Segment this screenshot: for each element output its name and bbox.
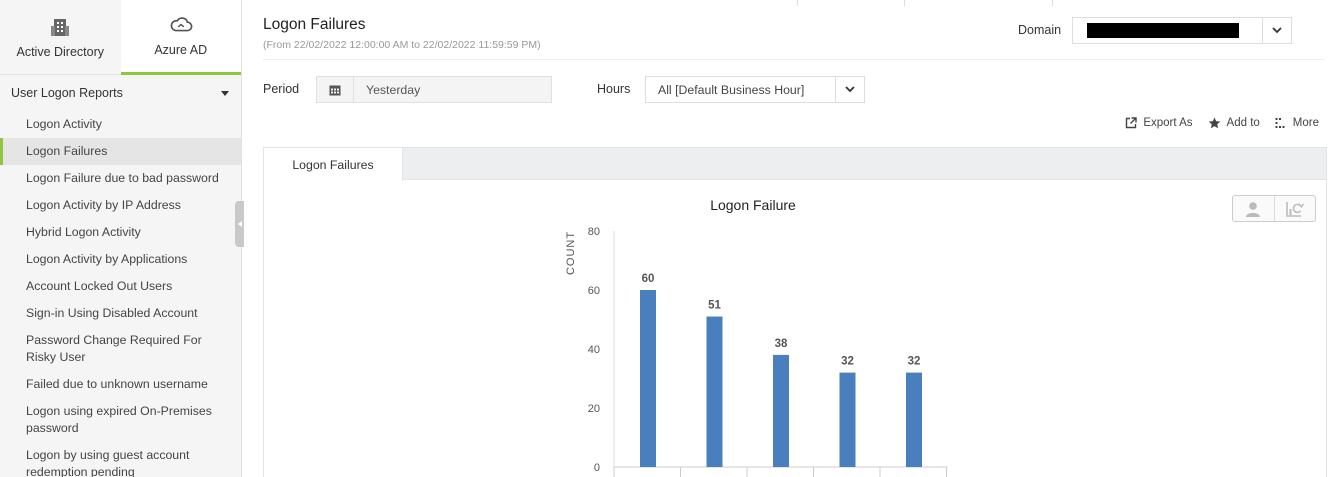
- sidebar-item-guest-account[interactable]: Logon by using guest account redemption …: [0, 442, 241, 477]
- y-tick-label: 0: [594, 462, 600, 474]
- x-axis: [613, 466, 948, 477]
- sidebar-item-unknown-username[interactable]: Failed due to unknown username: [0, 371, 241, 398]
- report-actions: Export As Add to More: [1125, 117, 1319, 129]
- bar[interactable]: [640, 290, 656, 467]
- export-as-button[interactable]: Export As: [1125, 117, 1193, 129]
- bars: 60 51 38 32 32: [640, 273, 922, 467]
- bar[interactable]: [773, 354, 789, 467]
- chevron-left-icon: [237, 221, 242, 227]
- hours-value: All [Default Business Hour]: [658, 82, 805, 97]
- sidebar-item-by-applications[interactable]: Logon Activity by Applications: [0, 246, 241, 273]
- chart-title: Logon Failure: [710, 197, 796, 213]
- add-to-label: Add to: [1226, 117, 1260, 129]
- sidebar-item-logon-activity[interactable]: Logon Activity: [0, 111, 241, 138]
- section-title: User Logon Reports: [11, 86, 123, 100]
- sidebar-item-risky-user[interactable]: Password Change Required For Risky User: [0, 327, 241, 371]
- bar-value-label: 60: [642, 273, 655, 285]
- bar[interactable]: [706, 316, 723, 467]
- page-title: Logon Failures: [263, 16, 366, 33]
- more-button[interactable]: More: [1275, 117, 1319, 129]
- sidebar-item-locked-out[interactable]: Account Locked Out Users: [0, 273, 241, 300]
- tab-azure-ad-label: Azure AD: [154, 43, 208, 57]
- logon-failure-chart: Logon Failure COUNT 0 20 40 60 80 60 51 38 32 32: [565, 197, 948, 477]
- add-to-button[interactable]: Add to: [1208, 117, 1260, 129]
- calendar-icon[interactable]: [317, 77, 354, 102]
- domain-select[interactable]: [1072, 17, 1292, 44]
- tab-active-directory-label: Active Directory: [16, 44, 105, 59]
- y-tick-label: 20: [588, 403, 600, 415]
- y-tick-label: 80: [588, 226, 600, 238]
- report-tabs: Logon Failures: [263, 147, 1327, 181]
- bar-value-label: 38: [775, 338, 788, 350]
- y-axis-label: COUNT: [565, 231, 577, 275]
- sidebar: Active Directory Azure AD User Logon Rep…: [0, 0, 242, 477]
- export-as-label: Export As: [1143, 117, 1193, 129]
- sidebar-item-logon-failures[interactable]: Logon Failures: [0, 138, 241, 165]
- section-user-logon-reports[interactable]: User Logon Reports: [0, 75, 241, 111]
- hours-select[interactable]: All [Default Business Hour]: [645, 76, 865, 103]
- bar-value-label: 32: [841, 356, 854, 368]
- sidebar-item-disabled-account[interactable]: Sign-in Using Disabled Account: [0, 300, 241, 327]
- domain-value-redacted: [1087, 23, 1239, 38]
- y-tick-label: 40: [588, 344, 600, 356]
- more-label: More: [1292, 117, 1319, 129]
- sidebar-tabs: Active Directory Azure AD: [0, 0, 241, 75]
- bar[interactable]: [839, 372, 856, 467]
- chevron-down-icon: [835, 77, 864, 102]
- tab-logon-failures[interactable]: Logon Failures: [263, 147, 403, 181]
- tab-active-directory[interactable]: Active Directory: [0, 0, 121, 75]
- date-range: (From 22/02/2022 12:00:00 AM to 22/02/20…: [263, 39, 541, 51]
- y-axis: 0 20 40 60 80: [588, 226, 615, 474]
- period-picker[interactable]: Yesterday: [316, 76, 552, 103]
- domain-label: Domain: [1018, 23, 1062, 37]
- cloud-icon: [169, 15, 193, 35]
- star-icon: [1208, 117, 1220, 129]
- building-icon: [48, 17, 72, 37]
- hours-label: Hours: [597, 82, 631, 96]
- y-tick-label: 60: [588, 285, 600, 297]
- divider: [263, 59, 1325, 60]
- bar-value-label: 32: [908, 356, 921, 368]
- sidebar-item-hybrid[interactable]: Hybrid Logon Activity: [0, 219, 241, 246]
- period-value: Yesterday: [366, 82, 421, 97]
- period-label: Period: [263, 82, 300, 96]
- export-icon: [1126, 117, 1138, 129]
- report-list: Logon Activity Logon Failures Logon Fail…: [0, 111, 241, 477]
- sidebar-item-by-ip[interactable]: Logon Activity by IP Address: [0, 192, 241, 219]
- tab-azure-ad[interactable]: Azure AD: [120, 0, 241, 75]
- bar-value-label: 51: [708, 300, 721, 312]
- chevron-down-icon: [1262, 18, 1291, 43]
- more-icon: [1275, 118, 1285, 128]
- bar[interactable]: [906, 372, 922, 467]
- sidebar-item-expired-password[interactable]: Logon using expired On-Premises password: [0, 398, 241, 442]
- chevron-down-icon: [221, 90, 229, 96]
- sidebar-item-bad-password[interactable]: Logon Failure due to bad password: [0, 165, 241, 192]
